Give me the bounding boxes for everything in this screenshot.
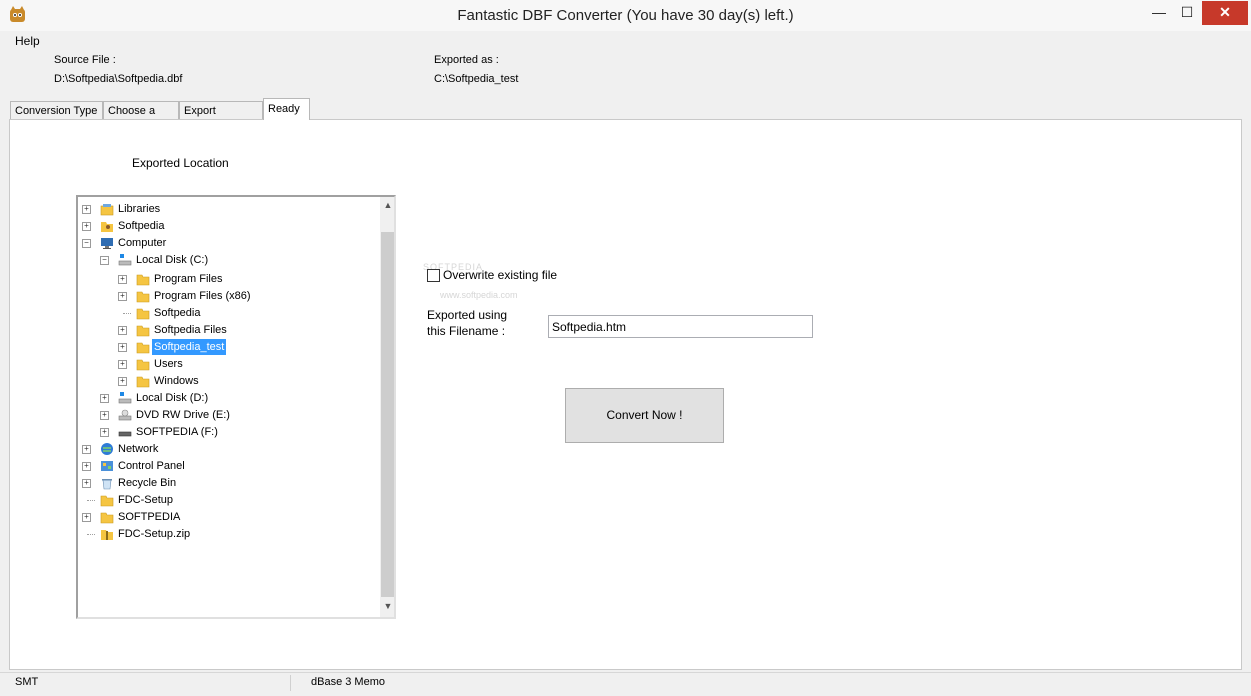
tree-node-label[interactable]: Libraries: [116, 201, 162, 217]
tree-node-label[interactable]: Windows: [152, 373, 201, 389]
watermark-url: www.softpedia.com: [440, 290, 518, 300]
tree-node-label[interactable]: Network: [116, 441, 160, 457]
tree-connector: [87, 534, 95, 535]
maximize-button[interactable]: ☐: [1174, 1, 1200, 25]
exported-location-heading: Exported Location: [132, 156, 229, 170]
tree-node-label[interactable]: Local Disk (C:): [134, 252, 210, 268]
menu-bar: Help: [0, 31, 1251, 51]
folder-icon: [136, 376, 150, 388]
expand-icon[interactable]: +: [118, 360, 127, 369]
tab-export-settings[interactable]: Export Settings: [179, 101, 263, 135]
folder-icon: [100, 495, 114, 507]
expand-icon[interactable]: +: [118, 377, 127, 386]
tree-node-label[interactable]: SOFTPEDIA: [116, 509, 182, 525]
tree-node-label[interactable]: FDC-Setup: [116, 492, 175, 508]
tree-node-label[interactable]: Users: [152, 356, 185, 372]
scroll-down-arrow-icon[interactable]: ▼: [380, 601, 394, 615]
menu-help[interactable]: Help: [15, 34, 40, 48]
expand-icon[interactable]: +: [100, 394, 109, 403]
expand-icon[interactable]: +: [82, 513, 91, 522]
minimize-button[interactable]: —: [1144, 1, 1174, 25]
filename-label: Exported using this Filename :: [427, 307, 507, 339]
tree-connector: [123, 313, 131, 314]
status-bar: SMT dBase 3 Memo: [0, 672, 1251, 696]
zip-icon: [101, 530, 113, 540]
tree-node-label[interactable]: DVD RW Drive (E:): [134, 407, 232, 423]
exported-as-label: Exported as :: [434, 54, 499, 66]
expand-icon[interactable]: +: [118, 326, 127, 335]
tree-node-label[interactable]: SOFTPEDIA (F:): [134, 424, 220, 440]
overwrite-checkbox[interactable]: [427, 269, 440, 282]
drive-icon: [118, 254, 132, 266]
tab-conversion-type[interactable]: Conversion Type: [10, 101, 103, 119]
tree-scrollbar[interactable]: ▲ ▼: [380, 197, 394, 617]
expand-icon[interactable]: +: [100, 411, 109, 420]
tree-node-label[interactable]: Recycle Bin: [116, 475, 178, 491]
expand-icon[interactable]: +: [82, 445, 91, 454]
expand-icon[interactable]: +: [118, 292, 127, 301]
title-bar: Fantastic DBF Converter (You have 30 day…: [0, 0, 1251, 32]
expand-icon[interactable]: +: [82, 205, 91, 214]
usb-drive-icon: [118, 431, 132, 437]
status-divider: [290, 675, 291, 691]
status-left: SMT: [15, 676, 39, 688]
collapse-icon[interactable]: −: [82, 239, 91, 248]
convert-now-button[interactable]: Convert Now !: [565, 388, 724, 443]
status-format: dBase 3 Memo: [311, 676, 385, 688]
folder-icon: [100, 512, 114, 524]
scrollbar-thumb[interactable]: [381, 232, 394, 597]
expand-icon[interactable]: +: [82, 222, 91, 231]
tree-node-label[interactable]: Control Panel: [116, 458, 187, 474]
filename-label-line1: Exported using: [427, 308, 508, 322]
expand-icon[interactable]: +: [118, 275, 127, 284]
exported-as-value: C:\Softpedia_test: [434, 73, 519, 85]
filename-label-line2: this Filename :: [427, 324, 506, 338]
tree-node-label[interactable]: Program Files (x86): [152, 288, 253, 304]
folder-tree[interactable]: + Libraries + Softpedia − Computer − Local Disk…: [76, 195, 396, 619]
network-icon: [101, 443, 113, 455]
collapse-icon[interactable]: −: [100, 256, 109, 265]
tab-choose-a-file[interactable]: Choose a File: [103, 101, 179, 135]
tree-node-label[interactable]: Program Files: [152, 271, 224, 287]
filename-input[interactable]: [548, 315, 813, 338]
recycle-bin-icon: [102, 479, 112, 490]
folder-icon: [136, 325, 150, 337]
scroll-up-arrow-icon[interactable]: ▲: [380, 200, 394, 214]
dvd-drive-icon: [118, 409, 132, 421]
tree-node-label[interactable]: Softpedia: [116, 218, 166, 234]
tree-node-label[interactable]: Computer: [116, 235, 168, 251]
drive-icon: [118, 392, 132, 404]
overwrite-label[interactable]: Overwrite existing file: [443, 268, 557, 282]
tree-node-label[interactable]: Local Disk (D:): [134, 390, 210, 406]
close-button[interactable]: ✕: [1202, 1, 1248, 25]
tree-node-label[interactable]: FDC-Setup.zip: [116, 526, 192, 542]
expand-icon[interactable]: +: [100, 428, 109, 437]
expand-icon[interactable]: +: [118, 343, 127, 352]
tree-connector: [87, 500, 95, 501]
computer-icon: [101, 238, 113, 249]
folder-icon: [136, 274, 150, 286]
tree-node-label[interactable]: Softpedia Files: [152, 322, 229, 338]
expand-icon[interactable]: +: [82, 479, 91, 488]
user-folder-icon: [101, 222, 113, 232]
window-title: Fantastic DBF Converter (You have 30 day…: [457, 7, 794, 24]
control-panel-icon: [101, 461, 113, 471]
source-file-value: D:\Softpedia\Softpedia.dbf: [54, 73, 183, 85]
libraries-icon: [100, 204, 114, 216]
source-file-label: Source File :: [54, 54, 116, 66]
folder-icon: [136, 291, 150, 303]
tree-node-label[interactable]: Softpedia: [152, 305, 202, 321]
tree-node-label[interactable]: Softpedia_test: [152, 339, 227, 355]
folder-icon: [136, 342, 150, 354]
tab-ready[interactable]: Ready: [263, 98, 310, 120]
folder-icon: [136, 359, 150, 371]
expand-icon[interactable]: +: [82, 462, 91, 471]
folder-icon: [136, 308, 150, 320]
